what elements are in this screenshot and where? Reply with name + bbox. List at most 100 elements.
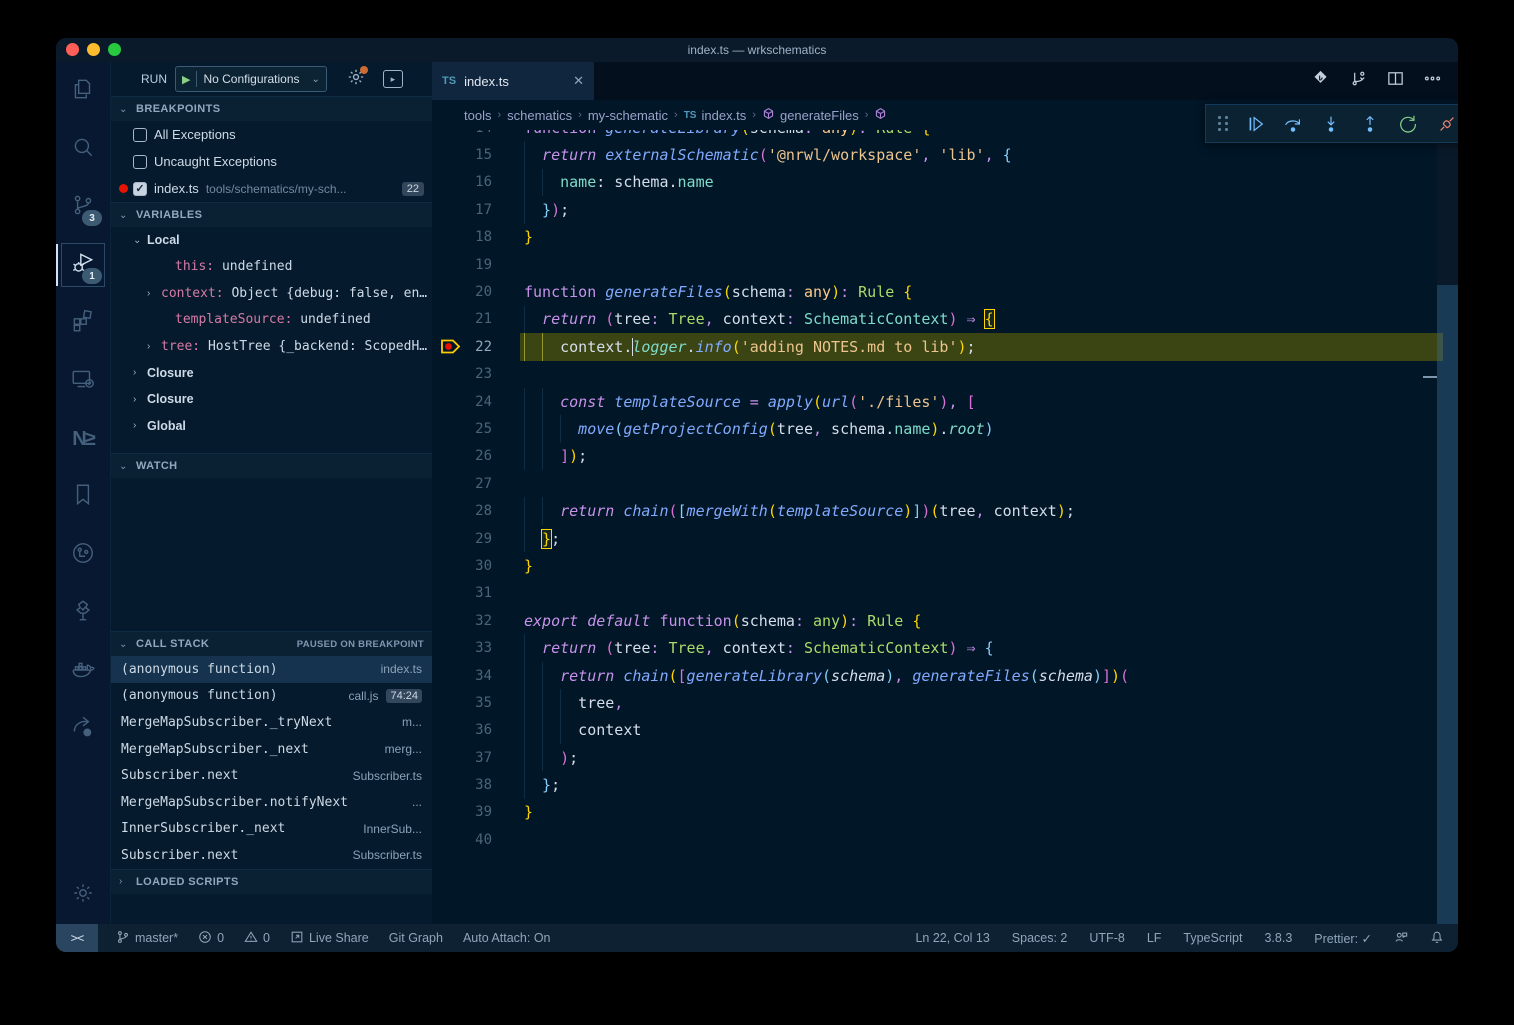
call-stack-frame[interactable]: MergeMapSubscriber._nextmerg...: [111, 736, 432, 763]
breadcrumb-item[interactable]: TSindex.ts: [684, 108, 747, 123]
status-utf-8[interactable]: UTF-8: [1089, 931, 1124, 945]
code-line-20[interactable]: 20function generateFiles(schema: any): R…: [432, 278, 1458, 305]
variables-section-header[interactable]: ⌄ VARIABLES: [111, 202, 432, 227]
toggle-changes-icon[interactable]: [1349, 69, 1368, 93]
call-stack-frame[interactable]: (anonymous function)call.js74:24: [111, 683, 432, 710]
status-auto-attach-on[interactable]: Auto Attach: On: [463, 931, 551, 945]
code-line-18[interactable]: 18}: [432, 224, 1458, 251]
code-line-17[interactable]: 17});: [432, 196, 1458, 223]
split-editor-icon[interactable]: [1386, 69, 1405, 93]
breakpoint-checkbox[interactable]: [133, 155, 147, 169]
activity-item-nx-console[interactable]: N≥: [56, 410, 110, 468]
minimize-window-button[interactable]: [87, 43, 100, 56]
code-line-25[interactable]: 25move(getProjectConfig(tree, schema.nam…: [432, 415, 1458, 442]
toolbar-drag-handle[interactable]: [1218, 116, 1229, 131]
status-git-graph[interactable]: Git Graph: [389, 931, 443, 945]
breadcrumb-item[interactable]: schematics: [507, 108, 572, 123]
code-line-36[interactable]: 36context: [432, 717, 1458, 744]
code-line-35[interactable]: 35tree,: [432, 689, 1458, 716]
code-line-34[interactable]: 34return chain([generateLibrary(schema),…: [432, 662, 1458, 689]
call-stack-frame[interactable]: Subscriber.nextSubscriber.ts: [111, 762, 432, 789]
status-bell[interactable]: [1430, 930, 1444, 947]
code-line-19[interactable]: 19: [432, 251, 1458, 278]
code-line-37[interactable]: 37);: [432, 744, 1458, 771]
code-line-30[interactable]: 30}: [432, 552, 1458, 579]
activity-item-run-debug[interactable]: 1: [56, 236, 110, 294]
variable-row[interactable]: this: undefined: [111, 254, 432, 281]
code-line-23[interactable]: 23: [432, 361, 1458, 388]
call-stack-frame[interactable]: (anonymous function)index.ts: [111, 656, 432, 683]
activity-item-explorer[interactable]: [56, 62, 110, 120]
breadcrumb-item[interactable]: [874, 107, 892, 123]
status-3-8-3[interactable]: 3.8.3: [1264, 931, 1292, 945]
status-lf[interactable]: LF: [1147, 931, 1162, 945]
code-line-22[interactable]: 22context.logger.info('adding NOTES.md t…: [432, 333, 1458, 360]
launch-config-dropdown[interactable]: ▶ No Configurations ⌄: [175, 66, 327, 92]
scrollbar-thumb[interactable]: [1437, 285, 1458, 924]
disconnect-button[interactable]: [1434, 111, 1458, 137]
call-stack-frame[interactable]: MergeMapSubscriber.notifyNext...: [111, 789, 432, 816]
variable-row[interactable]: ›context: Object {debug: false, en…: [111, 280, 432, 307]
activity-item-test-tree[interactable]: [56, 584, 110, 642]
tab-index-ts[interactable]: TS index.ts ✕: [432, 62, 594, 100]
activity-item-docker[interactable]: [56, 642, 110, 700]
call-stack-section-header[interactable]: ⌄ CALL STACK PAUSED ON BREAKPOINT: [111, 631, 432, 656]
status-ln-22-col-13[interactable]: Ln 22, Col 13: [915, 931, 989, 945]
code-line-26[interactable]: 26]);: [432, 443, 1458, 470]
variable-scope-row[interactable]: ⌄Local: [111, 227, 432, 254]
step-out-button[interactable]: [1357, 111, 1383, 137]
breakpoint-row[interactable]: ✓index.tstools/schematics/my-sch...22: [111, 175, 432, 202]
activity-item-source-control[interactable]: 3: [56, 178, 110, 236]
restart-button[interactable]: [1395, 111, 1421, 137]
code-line-32[interactable]: 32export default function(schema: any): …: [432, 607, 1458, 634]
code-line-15[interactable]: 15return externalSchematic('@nrwl/worksp…: [432, 141, 1458, 168]
variable-scope-row[interactable]: ›Global: [111, 413, 432, 440]
close-window-button[interactable]: [66, 43, 79, 56]
status-spaces-2[interactable]: Spaces: 2: [1012, 931, 1068, 945]
code-line-21[interactable]: 21return (tree: Tree, context: Schematic…: [432, 306, 1458, 333]
variable-scope-row[interactable]: ›Closure: [111, 360, 432, 387]
status-master[interactable]: master*: [116, 930, 178, 947]
code-line-28[interactable]: 28return chain([mergeWith(templateSource…: [432, 497, 1458, 524]
code-line-39[interactable]: 39}: [432, 799, 1458, 826]
more-actions-icon[interactable]: [1423, 69, 1442, 93]
editor-scrollbar[interactable]: [1437, 130, 1458, 924]
continue-button[interactable]: [1242, 111, 1268, 137]
code-line-31[interactable]: 31: [432, 580, 1458, 607]
breadcrumb-item[interactable]: tools: [464, 108, 491, 123]
activity-item-search[interactable]: [56, 120, 110, 178]
activity-item-share[interactable]: [56, 700, 110, 758]
breakpoint-checkbox[interactable]: ✓: [133, 182, 147, 196]
status-0[interactable]: 0: [198, 930, 224, 947]
status-0[interactable]: 0: [244, 930, 270, 947]
breakpoints-section-header[interactable]: ⌄ BREAKPOINTS: [111, 96, 432, 121]
open-changes-icon[interactable]: [1312, 69, 1331, 93]
status-feedback[interactable]: [1394, 930, 1408, 947]
status-prettier[interactable]: Prettier: ✓: [1314, 931, 1372, 946]
code-line-40[interactable]: 40: [432, 826, 1458, 853]
step-into-button[interactable]: [1318, 111, 1344, 137]
code-line-38[interactable]: 38};: [432, 771, 1458, 798]
watch-section-header[interactable]: ⌄ WATCH: [111, 453, 432, 478]
activity-item-bookmarks[interactable]: [56, 468, 110, 526]
code-line-33[interactable]: 33return (tree: Tree, context: Schematic…: [432, 634, 1458, 661]
variable-row[interactable]: templateSource: undefined: [111, 307, 432, 334]
step-over-button[interactable]: [1280, 111, 1306, 137]
breakpoint-checkbox[interactable]: [133, 128, 147, 142]
close-tab-icon[interactable]: ✕: [573, 73, 584, 89]
activity-item-settings[interactable]: [56, 866, 110, 924]
activity-item-code-tour[interactable]: [56, 526, 110, 584]
debug-current-line-breakpoint-icon[interactable]: [440, 338, 462, 359]
code-line-24[interactable]: 24const templateSource = apply(url('./fi…: [432, 388, 1458, 415]
debug-console-button[interactable]: ▸: [383, 70, 403, 88]
status-typescript[interactable]: TypeScript: [1183, 931, 1242, 945]
zoom-window-button[interactable]: [108, 43, 121, 56]
code-line-27[interactable]: 27: [432, 470, 1458, 497]
remote-indicator[interactable]: ><: [56, 924, 98, 952]
code-area[interactable]: 14function generateLibrary(schema: any):…: [432, 130, 1458, 924]
breakpoint-row[interactable]: All Exceptions: [111, 121, 432, 148]
debug-settings-button[interactable]: [347, 68, 365, 91]
code-line-16[interactable]: 16name: schema.name: [432, 169, 1458, 196]
activity-item-remote-explorer[interactable]: [56, 352, 110, 410]
loaded-scripts-section-header[interactable]: › LOADED SCRIPTS: [111, 869, 432, 894]
